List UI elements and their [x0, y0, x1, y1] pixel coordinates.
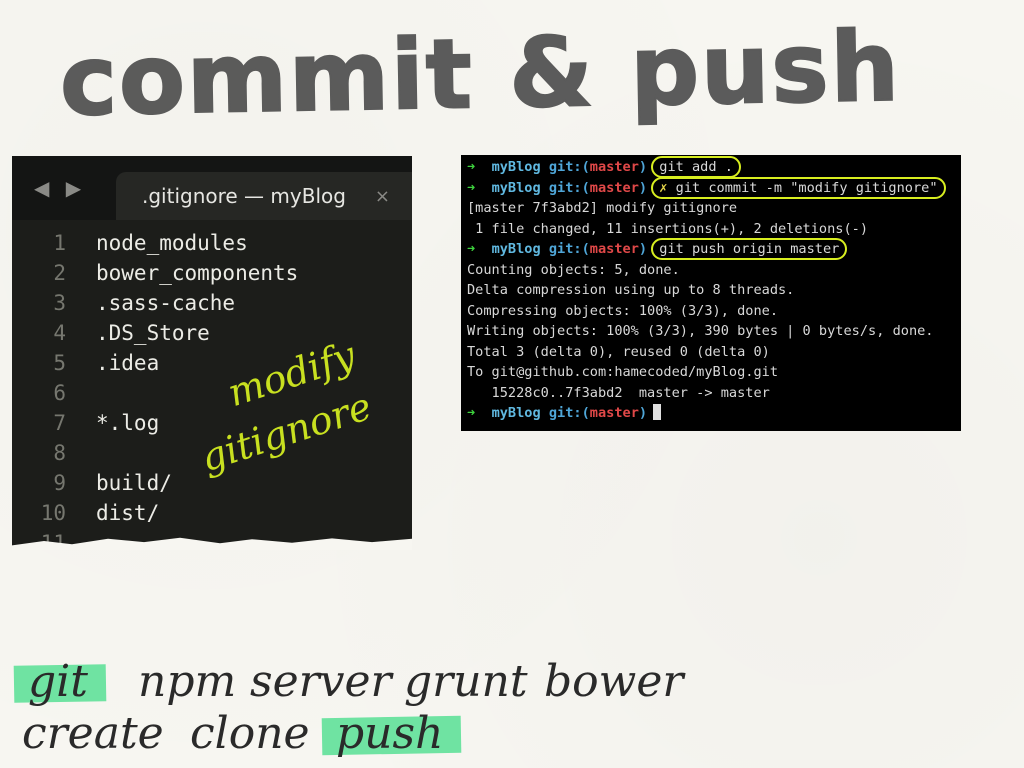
- code-area[interactable]: 1 node_modules 2 bower_components 3 .sass-c…: [12, 220, 412, 550]
- tag-create[interactable]: create: [22, 708, 164, 759]
- line-number: 5: [53, 351, 66, 375]
- back-arrow-icon[interactable]: ◀: [34, 176, 49, 200]
- line-number: 2: [53, 261, 66, 285]
- line-text: node_modules: [96, 231, 248, 255]
- tag-push[interactable]: push: [336, 708, 443, 759]
- terminal-output: 1 file changed, 11 insertions(+), 2 dele…: [467, 220, 869, 237]
- tag-git[interactable]: git: [28, 656, 88, 707]
- code-line: 10 dist/: [12, 498, 412, 528]
- line-text: .idea: [96, 351, 160, 375]
- nav-arrows: ◀ ▶: [34, 176, 91, 200]
- code-line: 4 .DS_Store: [12, 318, 412, 348]
- terminal-output: Counting objects: 5, done.: [467, 261, 680, 278]
- editor-window: ◀ ▶ .gitignore — myBlog × 1 node_modules …: [12, 156, 412, 550]
- terminal-output: Total 3 (delta 0), reused 0 (delta 0): [467, 343, 770, 360]
- terminal-output: 15228c0..7f3abd2 master -> master: [467, 384, 770, 401]
- command-text: ✗ git commit -m "modify gitignore": [651, 176, 946, 199]
- tag-bower[interactable]: bower: [544, 656, 683, 707]
- line-number: 6: [53, 381, 66, 405]
- line-number: 4: [53, 321, 66, 345]
- forward-arrow-icon[interactable]: ▶: [66, 176, 81, 200]
- tag-server[interactable]: server: [250, 656, 392, 707]
- prompt-arrow-icon: ➜: [467, 241, 476, 257]
- tag-npm[interactable]: npm: [138, 656, 236, 707]
- code-line: 1 node_modules: [12, 228, 412, 258]
- line-text: .DS_Store: [96, 321, 210, 345]
- cursor: [653, 404, 662, 420]
- terminal-line: ➜ myBlog git:(master) ✗ git commit -m "m…: [467, 176, 961, 199]
- line-number: 1: [53, 231, 66, 255]
- prompt-git: git:(: [548, 241, 590, 257]
- slide-title: commit & push: [58, 10, 903, 139]
- prompt-arrow-icon: ➜: [467, 159, 476, 175]
- prompt-dir: myBlog: [491, 405, 541, 421]
- prompt-branch: master: [589, 241, 639, 257]
- editor-tab-bar: ◀ ▶ .gitignore — myBlog ×: [12, 156, 412, 220]
- line-text: .sass-cache: [96, 291, 236, 315]
- terminal-output: Compressing objects: 100% (3/3), done.: [467, 302, 778, 319]
- line-number: 3: [53, 291, 66, 315]
- command-text: git push origin master: [651, 238, 848, 260]
- tag-clone[interactable]: clone: [190, 708, 310, 759]
- code-line: 3 .sass-cache: [12, 288, 412, 318]
- prompt-dir: myBlog: [491, 241, 541, 257]
- prompt-arrow-icon: ➜: [467, 405, 476, 421]
- line-number: 9: [53, 471, 66, 495]
- prompt-close: ): [638, 179, 648, 196]
- line-text: [78, 438, 96, 468]
- line-number: 7: [53, 411, 66, 435]
- terminal-output: Delta compression using up to 8 threads.: [467, 282, 795, 298]
- line-number: 8: [53, 441, 66, 465]
- prompt-dir: myBlog: [491, 179, 541, 196]
- terminal-line: ➜ myBlog git:(master): [467, 403, 961, 424]
- tab-gitignore[interactable]: .gitignore — myBlog ×: [116, 172, 412, 220]
- code-line: 2 bower_components: [12, 258, 412, 288]
- terminal-window[interactable]: ➜ myBlog git:(master) git add . ➜ myBlog…: [461, 155, 961, 431]
- prompt-close: ): [638, 405, 648, 421]
- dirty-mark-icon: ✗: [659, 179, 668, 196]
- command-text: git add .: [651, 156, 741, 178]
- line-text: *.log: [96, 411, 160, 435]
- line-text: build/: [96, 471, 172, 495]
- prompt-branch: master: [589, 405, 639, 421]
- close-icon[interactable]: ×: [375, 186, 390, 207]
- prompt-arrow-icon: ➜: [467, 179, 476, 196]
- prompt-close: ): [638, 241, 648, 257]
- line-text: dist/: [96, 501, 160, 525]
- line-text: bower_components: [96, 261, 299, 285]
- command-body: git commit -m "modify gitignore": [675, 179, 938, 196]
- prompt-close: ): [638, 159, 648, 175]
- prompt-branch: master: [589, 159, 639, 175]
- terminal-output: [master 7f3abd2] modify gitignore: [467, 200, 738, 216]
- terminal-output: To git@github.com:hamecoded/myBlog.git: [467, 364, 778, 380]
- prompt-dir: myBlog: [491, 159, 541, 175]
- terminal-output: Writing objects: 100% (3/3), 390 bytes |…: [467, 323, 934, 339]
- tab-title: .gitignore — myBlog: [142, 184, 346, 208]
- prompt-git: git:(: [548, 159, 590, 175]
- line-number: 10: [40, 501, 66, 525]
- terminal-line: ➜ myBlog git:(master) git add .: [467, 156, 961, 178]
- prompt-git: git:(: [548, 179, 590, 196]
- line-text: [78, 378, 96, 408]
- terminal-line: ➜ myBlog git:(master) git push origin ma…: [467, 238, 961, 260]
- tag-grunt[interactable]: grunt: [404, 656, 528, 707]
- prompt-branch: master: [589, 179, 639, 196]
- prompt-git: git:(: [548, 405, 590, 421]
